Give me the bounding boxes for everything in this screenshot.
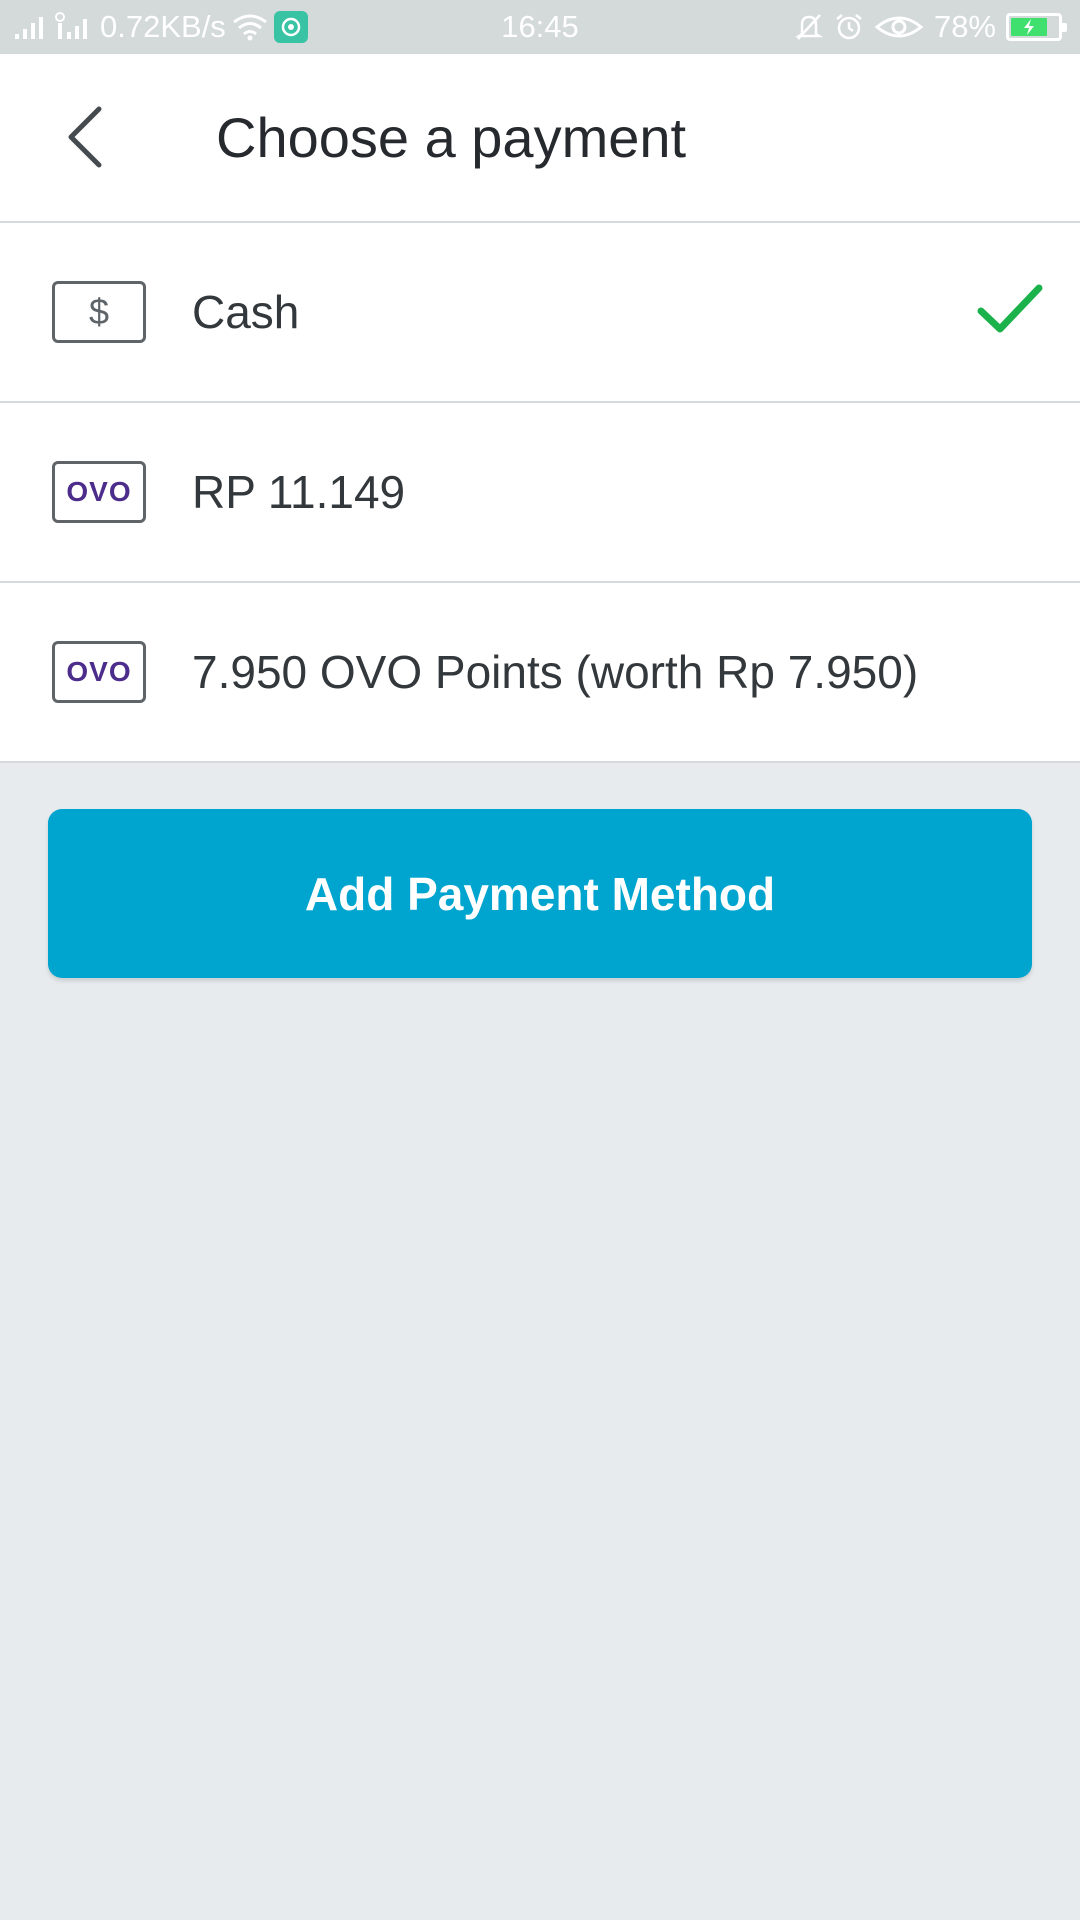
ovo-logo-icon: OVO [52, 641, 146, 703]
battery-level [1011, 18, 1047, 36]
bell-muted-icon [794, 12, 824, 42]
check-icon [976, 281, 1044, 337]
battery-charging-icon [1006, 13, 1067, 41]
payment-method-list: $ Cash OVO RP 11.149 OVO 7.950 OVO Point… [0, 223, 1080, 763]
eye-icon [874, 13, 924, 41]
add-payment-method-button[interactable]: Add Payment Method [48, 809, 1032, 978]
status-bar-right: 78% [794, 0, 1067, 54]
back-button[interactable] [50, 99, 120, 179]
ovo-logo-icon: OVO [52, 461, 146, 523]
payment-option-label: Cash [192, 286, 300, 338]
battery-percent: 78% [933, 9, 996, 44]
payment-option-ovo-points[interactable]: OVO 7.950 OVO Points (worth Rp 7.950) [0, 583, 1080, 763]
status-bar: 0.72KB/s 16:45 78% [0, 0, 1080, 54]
payment-option-label: 7.950 OVO Points (worth Rp 7.950) [192, 646, 919, 698]
chevron-left-icon [65, 106, 105, 173]
payment-option-cash[interactable]: $ Cash [0, 223, 1080, 403]
page-title: Choose a payment [216, 106, 687, 169]
alarm-icon [834, 12, 864, 42]
app-header: Choose a payment [0, 54, 1080, 223]
payment-option-label: RP 11.149 [192, 466, 406, 518]
dollar-icon: $ [52, 281, 146, 343]
payment-option-ovo-balance[interactable]: OVO RP 11.149 [0, 403, 1080, 583]
